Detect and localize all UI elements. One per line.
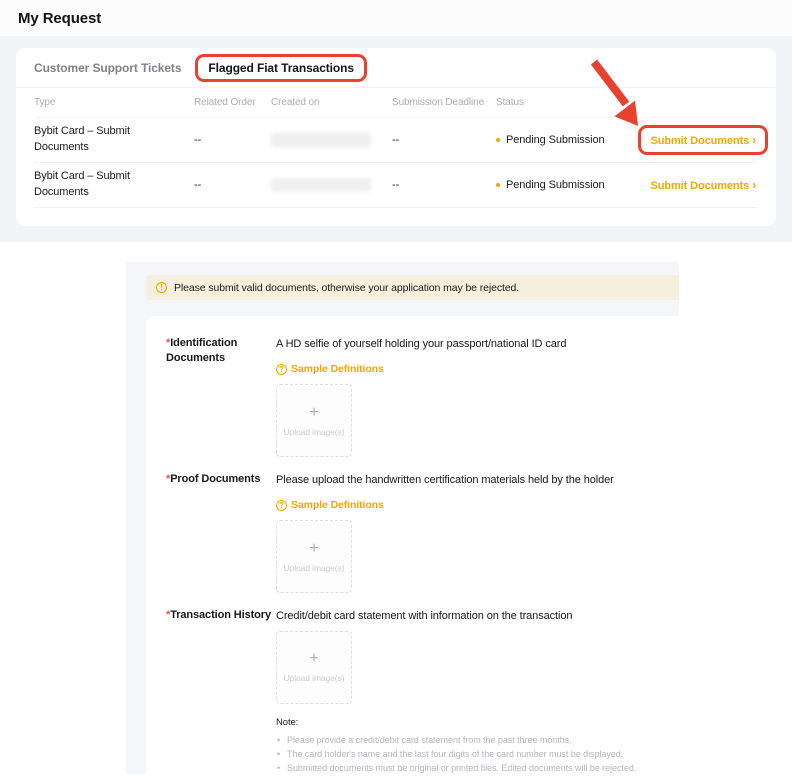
- submission-deadline-value: --: [392, 134, 496, 146]
- tickets-table: Type Related Order Created on Submission…: [16, 88, 776, 208]
- field-label: Identification Documents: [166, 337, 237, 364]
- column-header-related-order: Related Order: [194, 97, 271, 108]
- question-icon: ?: [276, 364, 287, 375]
- plus-icon: +: [309, 405, 318, 421]
- column-header-status: Status: [496, 97, 636, 108]
- tickets-card: Customer Support Tickets Flagged Fiat Tr…: [16, 48, 776, 226]
- note-item: Please provide a credit/debit card state…: [287, 733, 655, 747]
- submit-documents-section: ! Please submit valid documents, otherwi…: [0, 242, 792, 774]
- created-on-redacted: [271, 133, 371, 147]
- field-label: Transaction History: [170, 609, 271, 621]
- annotation-box-action: Submit Documents ›: [638, 125, 768, 155]
- notice-banner: ! Please submit valid documents, otherwi…: [146, 275, 679, 300]
- note-item: The card holder's name and the last four…: [287, 747, 655, 761]
- upload-image-dropzone[interactable]: + Upload image(s): [276, 384, 352, 457]
- field-proof-documents: *Proof Documents Please upload the handw…: [166, 472, 655, 593]
- upload-label: Upload image(s): [284, 673, 345, 683]
- upload-label: Upload image(s): [284, 427, 345, 437]
- related-order-value: --: [194, 134, 271, 146]
- status-dot-icon: [496, 183, 500, 187]
- status-badge: Pending Submission: [506, 134, 604, 146]
- note-title: Note:: [276, 717, 655, 728]
- plus-icon: +: [309, 541, 318, 557]
- page-header: My Request: [0, 0, 792, 36]
- field-identification-documents: *Identification Documents A HD selfie of…: [166, 336, 655, 457]
- sample-definitions-link[interactable]: ?Sample Definitions: [276, 363, 384, 375]
- upload-label: Upload image(s): [284, 563, 345, 573]
- sample-definitions-link[interactable]: ?Sample Definitions: [276, 499, 384, 511]
- field-description: Credit/debit card statement with informa…: [276, 608, 646, 625]
- ticket-type: Bybit Card – Submit Documents: [34, 169, 146, 201]
- table-row: Bybit Card – Submit Documents -- -- Pend…: [34, 163, 756, 208]
- chevron-right-icon: ›: [752, 133, 756, 147]
- notice-text: Please submit valid documents, otherwise…: [174, 282, 519, 294]
- created-on-redacted: [271, 178, 371, 192]
- tickets-section: Customer Support Tickets Flagged Fiat Tr…: [0, 36, 792, 242]
- tab-customer-support-tickets[interactable]: Customer Support Tickets: [34, 61, 181, 75]
- column-header-created-on: Created on: [271, 97, 392, 108]
- notice-icon: !: [156, 282, 167, 293]
- submit-documents-button[interactable]: Submit Documents ›: [650, 135, 756, 147]
- field-description: A HD selfie of yourself holding your pas…: [276, 336, 646, 353]
- upload-image-dropzone[interactable]: + Upload image(s): [276, 631, 352, 704]
- question-icon: ?: [276, 500, 287, 511]
- annotation-box-tab: Flagged Fiat Transactions: [195, 54, 367, 82]
- note-block: Note: Please provide a credit/debit card…: [276, 717, 655, 776]
- page-title: My Request: [18, 10, 101, 27]
- upload-image-dropzone[interactable]: + Upload image(s): [276, 520, 352, 593]
- column-header-submission-deadline: Submission Deadline: [392, 97, 496, 108]
- table-header-row: Type Related Order Created on Submission…: [34, 88, 756, 118]
- submit-documents-panel: ! Please submit valid documents, otherwi…: [126, 262, 679, 774]
- field-transaction-history: *Transaction History Credit/debit card s…: [166, 608, 655, 776]
- my-request-page: My Request Customer Support Tickets Flag…: [0, 0, 792, 774]
- column-header-type: Type: [34, 97, 194, 108]
- submit-documents-button[interactable]: Submit Documents ›: [650, 180, 756, 192]
- related-order-value: --: [194, 179, 271, 191]
- submission-deadline-value: --: [392, 179, 496, 191]
- status-dot-icon: [496, 138, 500, 142]
- status-badge: Pending Submission: [506, 179, 604, 191]
- field-description: Please upload the handwritten certificat…: [276, 472, 646, 489]
- tab-flagged-fiat-transactions[interactable]: Flagged Fiat Transactions: [208, 61, 354, 75]
- chevron-right-icon: ›: [752, 178, 756, 192]
- ticket-type: Bybit Card – Submit Documents: [34, 124, 146, 156]
- table-row: Bybit Card – Submit Documents -- -- Pend…: [34, 118, 756, 163]
- documents-form-card: *Identification Documents A HD selfie of…: [146, 316, 679, 774]
- tab-bar: Customer Support Tickets Flagged Fiat Tr…: [16, 48, 776, 88]
- field-label: Proof Documents: [170, 473, 260, 485]
- plus-icon: +: [309, 651, 318, 667]
